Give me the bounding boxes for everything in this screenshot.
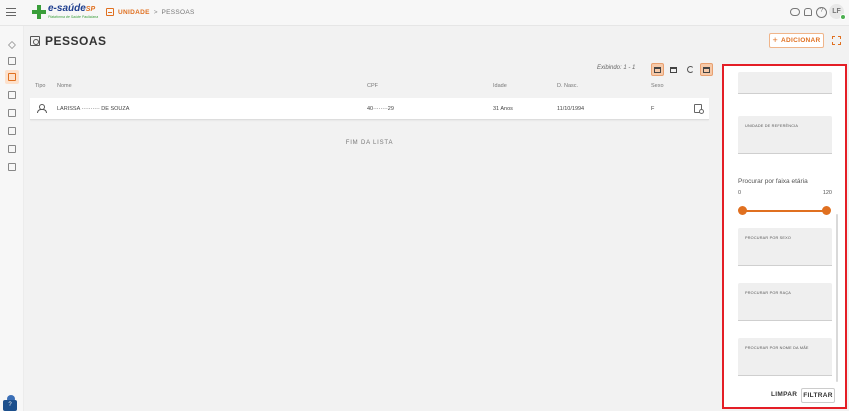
cell-sexo: F (651, 106, 655, 112)
home-icon[interactable] (5, 38, 19, 52)
filter-panel: UNIDADE DE REFERÊNCIA Procurar por faixa… (722, 64, 847, 409)
column-header-sexo[interactable]: Sexo (651, 83, 664, 89)
filter-submit-button[interactable]: FILTRAR (801, 388, 835, 403)
logo-cross-icon (32, 5, 46, 19)
column-header-idade[interactable]: Idade (493, 83, 507, 89)
previous-filter-field[interactable] (738, 72, 832, 94)
sex-select-label: PROCURAR POR SEXO (745, 236, 792, 240)
race-select-label: PROCURAR POR RAÇA (745, 291, 792, 295)
sex-select[interactable]: PROCURAR POR SEXO (738, 228, 832, 266)
page-title: PESSOAS (30, 34, 107, 48)
add-button-label: ADICIONAR (781, 37, 821, 44)
plus-icon: + (772, 35, 778, 45)
filter-icon (703, 66, 710, 73)
cell-nome: LARISSA ·········· DE SOUZA (57, 106, 130, 112)
chat-icon[interactable] (790, 7, 800, 17)
logo-sp: SP (85, 6, 96, 13)
medication-nav-icon[interactable] (5, 124, 19, 138)
table-view-icon (670, 66, 677, 73)
breadcrumb-separator: > (153, 8, 158, 16)
logo-tagline: Plataforma de Saúde Paulistana (48, 15, 99, 19)
help-icon[interactable] (816, 7, 827, 18)
top-bar: e-saúdeSP Plataforma de Saúde Paulistana… (0, 0, 849, 26)
card-view-button[interactable] (651, 63, 664, 76)
cell-cpf: 40········29 (367, 106, 394, 112)
unit-nav-icon[interactable] (5, 54, 19, 68)
filter-button[interactable] (700, 63, 713, 76)
table-row[interactable]: LARISSA ·········· DE SOUZA 40········29… (30, 98, 709, 120)
support-icon[interactable]: ? (3, 395, 17, 411)
column-header-nome[interactable]: Nome (57, 83, 72, 89)
report-nav-icon[interactable] (5, 142, 19, 156)
mother-name-input[interactable]: PROCURAR POR NOME DA MÃE (738, 338, 832, 376)
sidebar: ? (0, 26, 24, 411)
avatar[interactable]: LF (829, 4, 846, 20)
reference-unit-select[interactable]: UNIDADE DE REFERÊNCIA (738, 116, 832, 154)
column-header-tipo: Tipo (35, 83, 46, 89)
age-range-min: 0 (738, 190, 742, 196)
agenda-nav-icon[interactable] (5, 106, 19, 120)
clear-button[interactable]: LIMPAR (771, 391, 797, 398)
card-view-icon (654, 66, 661, 73)
cell-nasc: 11/10/1994 (557, 106, 585, 112)
panel-scrollbar[interactable] (836, 214, 838, 382)
age-range-min-handle[interactable] (738, 206, 747, 215)
breadcrumb: UNIDADE > PESSOAS (106, 8, 195, 16)
avatar-initials: LF (832, 8, 841, 15)
menu-icon[interactable] (6, 6, 16, 18)
breadcrumb-current: PESSOAS (161, 8, 195, 16)
bell-icon[interactable] (803, 7, 813, 17)
age-range-max: 120 (822, 190, 832, 196)
cell-idade: 31 Anos (493, 106, 513, 112)
age-range-title: Procurar por faixa etária (738, 178, 808, 185)
people-icon (30, 36, 40, 46)
logo[interactable]: e-saúdeSP Plataforma de Saúde Paulistana (32, 3, 98, 23)
column-header-nasc[interactable]: D. Nasc. (557, 83, 578, 89)
results-count: Exibindo: 1 - 1 (597, 65, 636, 71)
person-icon (37, 104, 47, 113)
refresh-icon (687, 66, 694, 73)
column-header-cpf[interactable]: CPF (367, 83, 378, 89)
race-select[interactable]: PROCURAR POR RAÇA (738, 283, 832, 321)
online-status-dot (840, 14, 846, 20)
calendar-nav-icon[interactable] (5, 88, 19, 102)
page-title-text: PESSOAS (45, 34, 107, 48)
logo-text: e-saúde (48, 3, 86, 14)
breadcrumb-unidade[interactable]: UNIDADE (118, 9, 150, 16)
unit-icon (106, 8, 114, 16)
edit-record-icon[interactable] (694, 104, 704, 114)
table-view-button[interactable] (667, 63, 680, 76)
age-range-track[interactable] (742, 210, 828, 212)
age-range-max-handle[interactable] (822, 206, 831, 215)
end-of-list: FIM DA LISTA (345, 140, 394, 146)
expand-icon[interactable] (832, 36, 841, 45)
book-nav-icon[interactable] (5, 160, 19, 174)
people-nav-icon[interactable] (5, 70, 19, 84)
add-button[interactable]: + ADICIONAR (769, 33, 824, 48)
refresh-button[interactable] (684, 63, 697, 76)
reference-unit-label: UNIDADE DE REFERÊNCIA (745, 124, 799, 128)
mother-name-label: PROCURAR POR NOME DA MÃE (745, 346, 809, 350)
